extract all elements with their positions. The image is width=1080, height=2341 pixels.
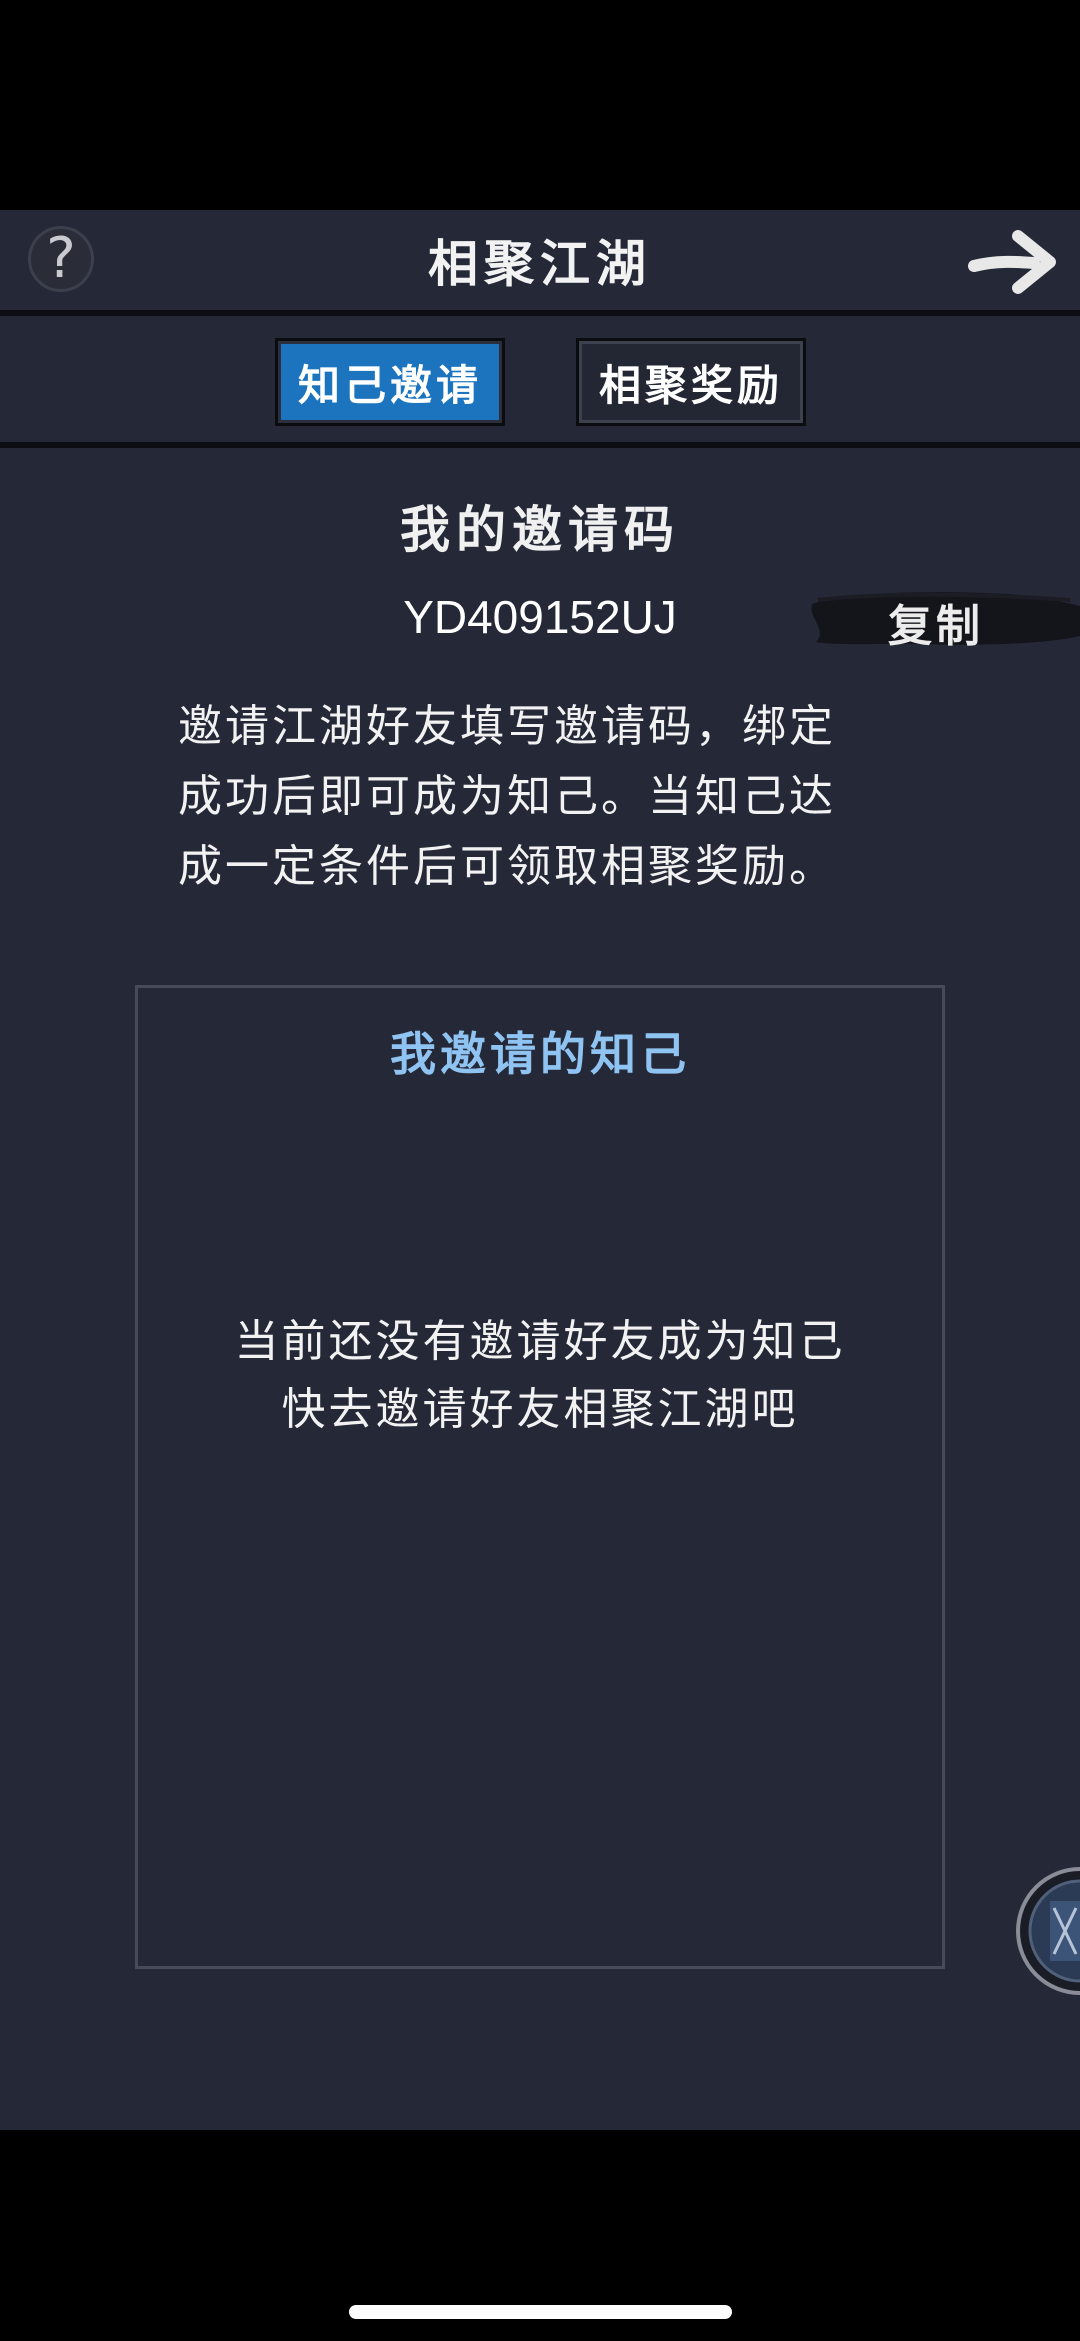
copy-label: 复制 [888,601,984,652]
tab-label: 知己邀请 [297,360,482,410]
empty-line: 当前还没有邀请好友成为知己 [234,1316,846,1367]
empty-line: 快去邀请好友相聚江湖吧 [281,1384,799,1435]
invited-friends-title: 我邀请的知己 [390,1027,690,1081]
invite-code-heading: 我的邀请码 [400,500,680,559]
empty-state-message: 当前还没有邀请好友成为知己 快去邀请好友相聚江湖吧 [138,1308,942,1444]
next-button[interactable] [968,222,1060,302]
header-divider [0,310,1080,316]
tab-friend-invite[interactable]: 知己邀请 [275,338,505,426]
tab-label: 相聚奖励 [598,360,783,410]
invite-screen: ? 相聚江湖 知己邀请 相聚奖励 我的邀请码 YD409152UJ 复制 邀请江… [0,210,1080,2130]
tabs-divider [0,442,1080,448]
header: ? 相聚江湖 [0,210,1080,310]
description-line: 邀请江湖好友填写邀请码，绑定 [178,701,836,752]
invited-friends-panel: 我邀请的知己 当前还没有邀请好友成为知己 快去邀请好友相聚江湖吧 [135,985,945,1969]
invite-description: 邀请江湖好友填写邀请码，绑定 成功后即可成为知己。当知己达 成一定条件后可领取相… [178,692,918,902]
floating-side-button[interactable] [1014,1866,1080,1996]
page-title: 相聚江湖 [428,234,652,293]
description-line: 成功后即可成为知己。当知己达 [178,771,836,822]
floating-badge-icon [1016,1867,1080,1995]
arrow-right-icon [968,230,1056,294]
tab-bar: 知己邀请 相聚奖励 [0,338,1080,434]
description-line: 成一定条件后可领取相聚奖励。 [178,841,836,892]
copy-button[interactable]: 复制 [808,586,1080,652]
home-indicator[interactable] [349,2305,732,2319]
tab-gathering-rewards[interactable]: 相聚奖励 [576,338,806,426]
